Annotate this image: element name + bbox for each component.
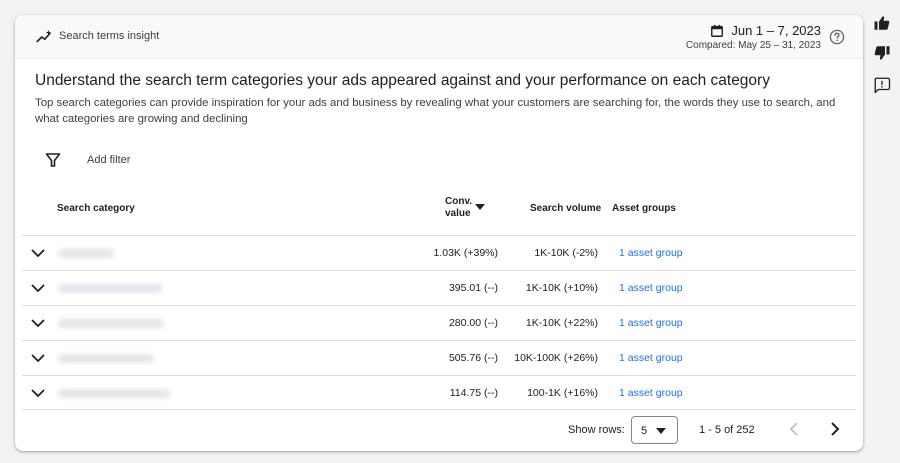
table-row: 395.01 (--) 1K-10K (+10%) 1 asset group xyxy=(22,270,856,305)
column-header-search-category[interactable]: Search category xyxy=(57,203,135,214)
add-filter-button[interactable]: Add filter xyxy=(87,154,130,166)
redacted-category xyxy=(52,310,220,336)
search-volume-cell: 100-1K (+16%) xyxy=(527,387,598,399)
conv-value-cell: 280.00 (--) xyxy=(448,317,498,329)
redacted-category xyxy=(52,380,220,406)
card-header: Search terms insight Jun 1 – 7, 2023 Com… xyxy=(15,15,863,59)
show-rows-label: Show rows: xyxy=(568,424,625,436)
search-volume-cell: 10K-100K (+26%) xyxy=(514,352,598,364)
feedback-icon[interactable] xyxy=(873,76,891,94)
rows-per-page-select[interactable]: 5 xyxy=(631,416,678,444)
table-row: 280.00 (--) 1K-10K (+22%) 1 asset group xyxy=(22,305,856,340)
compared-date-range: Compared: May 25 – 31, 2023 xyxy=(685,40,821,51)
search-volume-cell: 1K-10K (+10%) xyxy=(525,282,598,294)
asset-group-link[interactable]: 1 asset group xyxy=(619,247,683,259)
table-row: 114.75 (--) 100-1K (+16%) 1 asset group xyxy=(22,375,856,410)
conv-value-cell: 505.76 (--) xyxy=(448,352,498,364)
expand-chevron-icon[interactable] xyxy=(31,318,45,328)
rows-per-page-value: 5 xyxy=(641,425,648,437)
expand-chevron-icon[interactable] xyxy=(31,248,45,258)
redacted-category xyxy=(52,275,220,301)
search-volume-cell: 1K-10K (-2%) xyxy=(534,247,598,259)
table-pagination: Show rows: 5 1 - 5 of 252 xyxy=(15,410,863,451)
dropdown-arrow-icon xyxy=(656,428,666,434)
date-range-block[interactable]: Jun 1 – 7, 2023 Compared: May 25 – 31, 2… xyxy=(686,23,821,51)
calendar-icon xyxy=(711,24,724,37)
column-header-asset-groups[interactable]: Asset groups xyxy=(612,203,676,214)
date-range: Jun 1 – 7, 2023 xyxy=(731,23,821,38)
expand-chevron-icon[interactable] xyxy=(31,283,45,293)
previous-page-icon[interactable] xyxy=(787,421,801,437)
asset-group-link[interactable]: 1 asset group xyxy=(619,282,683,294)
thumbs-up-icon[interactable] xyxy=(873,14,891,32)
expand-chevron-icon[interactable] xyxy=(31,388,45,398)
column-header-conv-value[interactable]: Conv. value xyxy=(445,196,472,220)
table-body: 1.03K (+39%) 1K-10K (-2%) 1 asset group … xyxy=(22,235,856,410)
table-row: 505.76 (--) 10K-100K (+26%) 1 asset grou… xyxy=(22,340,856,375)
page-description: Top search categories can provide inspir… xyxy=(35,97,836,125)
asset-group-link[interactable]: 1 asset group xyxy=(619,317,683,329)
column-header-search-volume[interactable]: Search volume xyxy=(530,203,601,214)
card-title: Search terms insight xyxy=(59,30,160,42)
asset-group-link[interactable]: 1 asset group xyxy=(619,352,683,364)
filter-icon[interactable] xyxy=(45,152,61,168)
search-terms-insight-card: Search terms insight Jun 1 – 7, 2023 Com… xyxy=(15,15,863,451)
sort-descending-icon[interactable] xyxy=(475,204,485,210)
help-icon[interactable] xyxy=(829,29,845,45)
table-row: 1.03K (+39%) 1K-10K (-2%) 1 asset group xyxy=(22,235,856,270)
expand-chevron-icon[interactable] xyxy=(31,353,45,363)
page-headline: Understand the search term categories yo… xyxy=(35,72,770,89)
search-volume-cell: 1K-10K (+22%) xyxy=(525,317,598,329)
trending-up-icon xyxy=(36,30,52,43)
pagination-range: 1 - 5 of 252 xyxy=(699,424,755,436)
redacted-category xyxy=(52,345,220,371)
conv-value-cell: 114.75 (--) xyxy=(449,387,498,399)
redacted-category xyxy=(52,240,220,266)
conv-value-cell: 1.03K (+39%) xyxy=(433,247,499,259)
asset-group-link[interactable]: 1 asset group xyxy=(619,387,683,399)
conv-value-cell: 395.01 (--) xyxy=(448,282,498,294)
next-page-icon[interactable] xyxy=(828,421,842,437)
thumbs-down-icon[interactable] xyxy=(873,44,891,62)
